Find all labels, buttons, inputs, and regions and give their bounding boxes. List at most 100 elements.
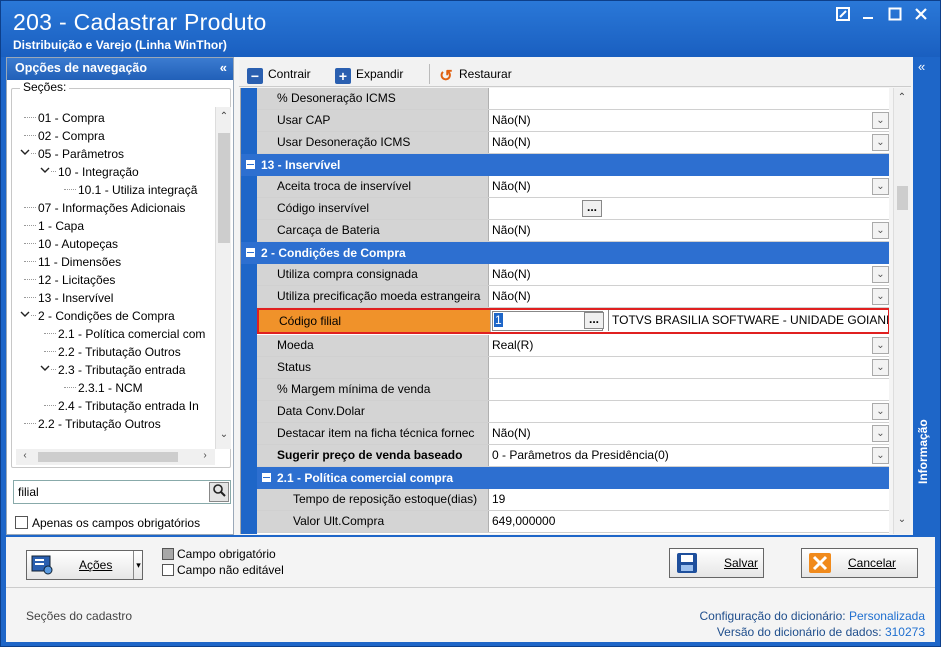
collapse-navigation-icon[interactable]: « <box>220 60 227 75</box>
restore-down-icon[interactable] <box>833 7 853 27</box>
ellipsis-button[interactable]: ... <box>584 312 604 329</box>
close-icon[interactable] <box>911 7 931 27</box>
tree-item[interactable]: 2.4 - Tributação entrada In <box>58 397 199 415</box>
grid-row-value[interactable]: Não(N) ⌄ <box>490 110 889 131</box>
grid-row[interactable]: Usar CAP Não(N) ⌄ <box>257 110 889 132</box>
expand-chevron-icon[interactable] <box>20 307 30 325</box>
scroll-right-icon[interactable]: › <box>198 450 212 461</box>
tree-item[interactable]: 12 - Licitações <box>38 271 115 289</box>
grid-row-value[interactable]: 19 <box>490 489 889 510</box>
tree-hscroll-thumb[interactable] <box>38 452 178 462</box>
save-button[interactable]: Salvar <box>669 548 764 578</box>
chevron-down-icon[interactable]: ⌄ <box>872 359 889 376</box>
scroll-up-icon[interactable]: ⌃ <box>217 111 231 122</box>
tree-item[interactable]: 2.2 - Tributação Outros <box>38 415 161 433</box>
restore-button[interactable]: ↺ Restaurar <box>429 64 512 85</box>
grid-row[interactable]: Aceita troca de inservível Não(N) ⌄ <box>257 176 889 198</box>
search-input[interactable]: filial <box>18 485 39 499</box>
grid-row-value[interactable]: Não(N) ⌄ <box>490 176 889 197</box>
grid-category-header[interactable]: 2.1 - Política comercial compra <box>257 467 889 489</box>
tree-item[interactable]: 2 - Condições de Compra <box>38 307 175 325</box>
grid-row-value[interactable] <box>490 88 889 109</box>
grid-row[interactable]: Código filial 1 TOTVS BRASILIA SOFTWARE - … <box>257 308 889 334</box>
expand-chevron-icon[interactable] <box>40 361 50 379</box>
grid-row[interactable]: Sugerir preço de venda baseado 0 - Parâme… <box>257 445 889 467</box>
tree-item[interactable]: 2.2 - Tributação Outros <box>58 343 181 361</box>
chevron-down-icon[interactable]: ⌄ <box>872 112 889 129</box>
chevron-down-icon[interactable]: ⌄ <box>872 178 889 195</box>
sections-tree[interactable]: 01 - Compra 02 - Compra 05 - Parâmetros 10 … <box>16 107 214 449</box>
grid-row[interactable]: Moeda Real(R) ⌄ <box>257 335 889 357</box>
grid-scroll-thumb[interactable] <box>897 186 908 210</box>
grid-row-value[interactable]: 649,000000 <box>490 511 889 532</box>
grid-row-value[interactable]: Não(N) ⌄ <box>490 220 889 241</box>
information-panel[interactable]: « Informação <box>913 57 935 535</box>
collapse-info-icon[interactable]: « <box>918 59 925 74</box>
tree-item[interactable]: 07 - Informações Adicionais <box>38 199 185 217</box>
scroll-left-icon[interactable]: ‹ <box>18 450 32 461</box>
cancel-button[interactable]: Cancelar <box>801 548 918 578</box>
grid-row-value[interactable]: 1 TOTVS BRASILIA SOFTWARE - UNIDADE GOIAN… <box>492 310 888 331</box>
tree-item[interactable]: 01 - Compra <box>38 109 105 127</box>
expand-button[interactable]: + Expandir <box>335 64 403 84</box>
tree-item[interactable]: 1 - Capa <box>38 217 84 235</box>
grid-row-value[interactable] <box>490 379 889 400</box>
chevron-down-icon[interactable]: ⌄ <box>872 266 889 283</box>
grid-row-value[interactable]: ... <box>490 198 889 219</box>
actions-dropdown-icon[interactable]: ▾ <box>133 551 143 579</box>
tree-item[interactable]: 2.1 - Política comercial com <box>58 325 205 343</box>
tree-item[interactable]: 10 - Autopeças <box>38 235 118 253</box>
grid-vertical-scrollbar[interactable]: ⌃ ⌄ <box>893 88 910 534</box>
grid-row-value[interactable]: Não(N) ⌄ <box>490 286 889 307</box>
chevron-down-icon[interactable]: ⌄ <box>872 134 889 151</box>
chevron-down-icon[interactable]: ⌄ <box>872 403 889 420</box>
tree-item[interactable]: 10.1 - Utiliza integraçã <box>78 181 197 199</box>
tree-item[interactable]: 2.3.1 - NCM <box>78 379 143 397</box>
grid-row[interactable]: Status ⌄ <box>257 357 889 379</box>
tree-item[interactable]: 02 - Compra <box>38 127 105 145</box>
actions-button[interactable]: Ações ▾ <box>26 550 143 580</box>
grid-category-header[interactable]: 2 - Condições de Compra <box>241 242 889 264</box>
grid-row-value[interactable]: Real(R) ⌄ <box>490 335 889 356</box>
grid-row[interactable]: % Margem mínima de venda <box>257 379 889 401</box>
tree-vertical-scrollbar[interactable]: ⌃ ⌄ <box>215 107 231 449</box>
collapse-square-icon[interactable] <box>246 160 255 169</box>
grid-scroll-down-icon[interactable]: ⌄ <box>895 514 909 525</box>
grid-scroll-up-icon[interactable]: ⌃ <box>895 92 909 103</box>
grid-row-value[interactable]: Não(N) ⌄ <box>490 132 889 153</box>
tree-item[interactable]: 13 - Inservível <box>38 289 113 307</box>
checkbox-box[interactable] <box>15 516 28 529</box>
grid-row-value[interactable]: Não(N) ⌄ <box>490 264 889 285</box>
grid-category-header[interactable]: 13 - Inservível <box>241 154 889 176</box>
grid-row[interactable]: Carcaça de Bateria Não(N) ⌄ <box>257 220 889 242</box>
expand-chevron-icon[interactable] <box>40 163 50 181</box>
dictionary-version-value[interactable]: 310273 <box>885 625 925 639</box>
grid-row-value[interactable]: Não(N) ⌄ <box>490 423 889 444</box>
only-required-checkbox[interactable]: Apenas os campos obrigatórios <box>15 516 200 530</box>
property-grid[interactable]: % Desoneração ICMS Usar CAP Não(N) ⌄ Usar De… <box>240 88 889 534</box>
chevron-down-icon[interactable]: ⌄ <box>872 447 889 464</box>
tree-item[interactable]: 2.3 - Tributação entrada <box>58 361 185 379</box>
maximize-icon[interactable] <box>885 7 905 27</box>
grid-row-value[interactable]: ⌄ <box>490 357 889 378</box>
grid-row[interactable]: Valor Ult.Compra 649,000000 <box>257 511 889 533</box>
grid-row-value[interactable]: ⌄ <box>490 401 889 422</box>
chevron-down-icon[interactable]: ⌄ <box>872 288 889 305</box>
ellipsis-button[interactable]: ... <box>582 200 602 217</box>
tree-item[interactable]: 11 - Dimensões <box>38 253 121 271</box>
tree-horizontal-scrollbar[interactable]: ‹ › <box>16 449 215 465</box>
grid-row[interactable]: % Desoneração ICMS <box>257 88 889 110</box>
search-icon[interactable] <box>209 482 229 502</box>
grid-row[interactable]: Usar Desoneração ICMS Não(N) ⌄ <box>257 132 889 154</box>
grid-row[interactable]: Data Conv.Dolar ⌄ <box>257 401 889 423</box>
chevron-down-icon[interactable]: ⌄ <box>872 337 889 354</box>
dictionary-config-value[interactable]: Personalizada <box>849 609 925 623</box>
minimize-icon[interactable] <box>858 7 878 27</box>
collapse-square-icon[interactable] <box>246 248 255 257</box>
chevron-down-icon[interactable]: ⌄ <box>872 222 889 239</box>
grid-row[interactable]: Código inservível... <box>257 198 889 220</box>
grid-row[interactable]: Utiliza precificação moeda estrangeira Nã… <box>257 286 889 308</box>
chevron-down-icon[interactable]: ⌄ <box>872 425 889 442</box>
grid-row[interactable]: Destacar item na ficha técnica fornec Não… <box>257 423 889 445</box>
grid-row[interactable]: Utiliza compra consignada Não(N) ⌄ <box>257 264 889 286</box>
